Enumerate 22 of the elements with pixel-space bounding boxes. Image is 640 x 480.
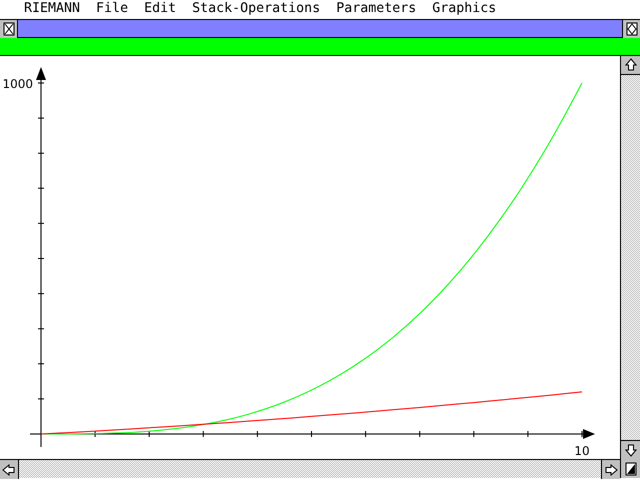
menu-item[interactable]: RIEMANN bbox=[24, 0, 80, 19]
resize-icon bbox=[624, 462, 636, 476]
scroll-up-button[interactable] bbox=[621, 56, 640, 75]
horizontal-scrollbar[interactable] bbox=[0, 459, 620, 478]
y-axis-label: 1000 bbox=[2, 77, 33, 91]
down-arrow-icon bbox=[624, 443, 636, 457]
zoom-box[interactable] bbox=[622, 20, 640, 38]
menu-item[interactable]: File bbox=[96, 0, 128, 19]
scroll-left-button[interactable] bbox=[0, 460, 19, 479]
menu-item[interactable]: Edit bbox=[144, 0, 176, 19]
close-box[interactable] bbox=[0, 20, 18, 38]
left-arrow-icon bbox=[2, 464, 16, 476]
right-arrow-icon bbox=[604, 464, 618, 476]
menu-item[interactable]: Stack-Operations bbox=[192, 0, 320, 19]
scroll-down-button[interactable] bbox=[621, 440, 640, 459]
x-axis-label: 10 bbox=[574, 444, 590, 458]
up-arrow-icon bbox=[624, 58, 636, 72]
size-box[interactable] bbox=[620, 459, 640, 478]
menu-item[interactable]: Parameters bbox=[336, 0, 416, 19]
menu-item[interactable]: Graphics bbox=[432, 0, 496, 19]
scroll-right-button[interactable] bbox=[601, 460, 620, 479]
vertical-scrollbar[interactable] bbox=[620, 56, 640, 459]
